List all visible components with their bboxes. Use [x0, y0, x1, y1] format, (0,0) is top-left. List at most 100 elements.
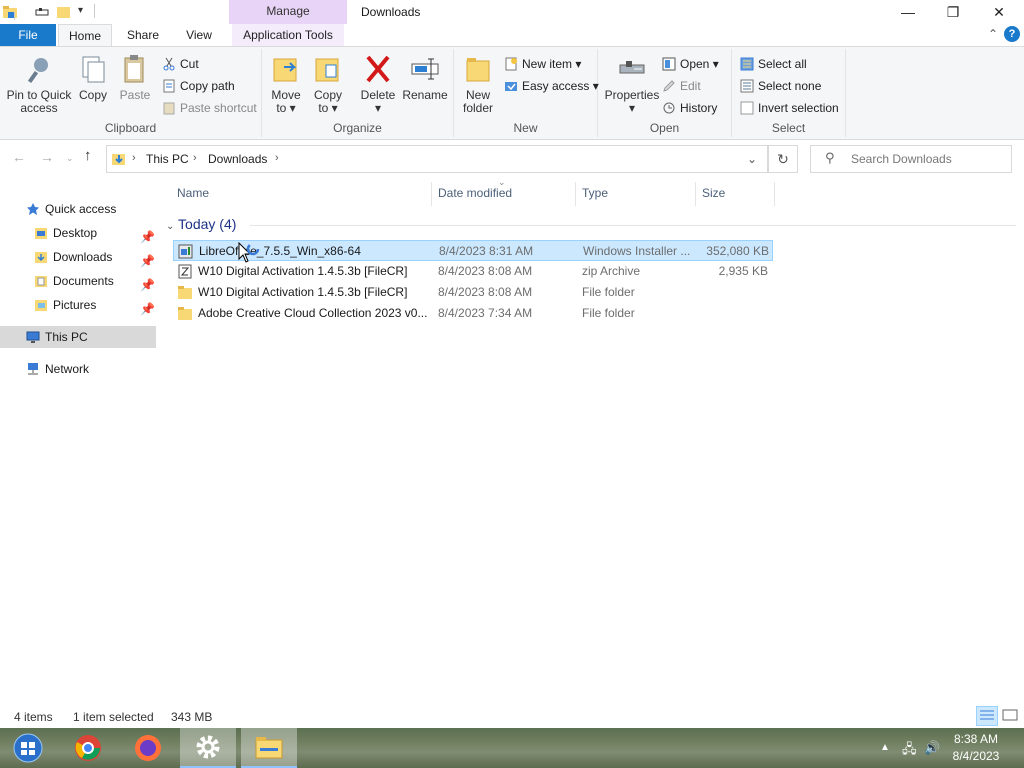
- chrome-taskbar-button[interactable]: [60, 728, 116, 768]
- folder-icon: [178, 307, 192, 320]
- large-icons-view-button[interactable]: [1000, 706, 1022, 726]
- paste-button[interactable]: Paste: [116, 53, 154, 102]
- breadcrumb-chevron-icon[interactable]: ›: [275, 152, 279, 164]
- close-button[interactable]: ✕: [976, 0, 1022, 24]
- tab-file[interactable]: File: [0, 24, 56, 46]
- group-header-today[interactable]: ⌄ Today (4): [166, 216, 236, 232]
- search-input[interactable]: ⚲ Search Downloads: [810, 145, 1012, 173]
- address-bar[interactable]: › This PC › Downloads › ⌄: [106, 145, 768, 173]
- minimize-button[interactable]: —: [885, 0, 931, 24]
- tab-view[interactable]: View: [176, 24, 222, 46]
- details-view-icon: [980, 710, 994, 720]
- settings-taskbar-button[interactable]: [180, 728, 236, 768]
- breadcrumb-chevron-icon[interactable]: ›: [132, 152, 136, 164]
- group-divider: [250, 225, 1016, 226]
- delete-button[interactable]: Delete ▾: [360, 53, 396, 115]
- file-type: zip Archive: [582, 264, 641, 278]
- nav-this-pc[interactable]: This PC: [0, 326, 156, 348]
- new-item-button[interactable]: New item ▾: [504, 55, 581, 73]
- folder-icon: [178, 286, 192, 299]
- rename-button[interactable]: Rename: [402, 53, 448, 102]
- open-button[interactable]: Open ▾: [662, 55, 719, 73]
- nav-desktop-label: Desktop: [53, 226, 98, 240]
- window-title: Downloads: [361, 5, 421, 19]
- folder-icon[interactable]: [2, 4, 18, 20]
- address-dropdown-icon[interactable]: ⌄: [747, 152, 757, 166]
- column-divider[interactable]: [695, 182, 696, 206]
- new-folder-button[interactable]: New folder: [460, 53, 496, 115]
- collapse-chevron-icon[interactable]: ⌄: [166, 221, 174, 232]
- delete-dropdown: ▾: [374, 101, 382, 115]
- column-header-type[interactable]: Type: [582, 186, 608, 200]
- paste-shortcut-button[interactable]: Paste shortcut: [162, 99, 257, 117]
- select-none-button[interactable]: Select none: [740, 77, 821, 95]
- edit-button[interactable]: Edit: [662, 77, 701, 95]
- file-row[interactable]: W10 Digital Activation 1.4.5.3b [FileCR]…: [173, 261, 773, 282]
- nav-network[interactable]: Network: [0, 358, 156, 380]
- clock-time: 8:38 AM: [953, 732, 999, 746]
- breadcrumb-this-pc[interactable]: This PC: [146, 152, 189, 166]
- network-status-icon[interactable]: 🖧: [902, 740, 917, 762]
- copy-button[interactable]: Copy: [74, 53, 112, 102]
- history-button[interactable]: History: [662, 99, 717, 117]
- move-to-button[interactable]: Move to ▾: [268, 53, 304, 115]
- nav-documents[interactable]: Documents 📌: [0, 270, 156, 292]
- refresh-button[interactable]: ↻: [768, 145, 798, 173]
- properties-button[interactable]: Properties ▾: [602, 53, 662, 115]
- nav-quick-access[interactable]: Quick access: [0, 198, 156, 220]
- select-none-label: Select none: [758, 79, 822, 93]
- easy-access-button[interactable]: Easy access ▾: [504, 77, 599, 95]
- nav-downloads[interactable]: Downloads 📌: [0, 246, 156, 268]
- breadcrumb-chevron-icon[interactable]: ›: [193, 152, 197, 164]
- nav-desktop[interactable]: Desktop 📌: [0, 222, 156, 244]
- up-arrow-icon[interactable]: ↑: [84, 147, 92, 164]
- tab-home[interactable]: Home: [58, 24, 112, 47]
- help-icon[interactable]: ?: [1004, 26, 1020, 42]
- file-name: W10 Digital Activation 1.4.5.3b [FileCR]: [198, 264, 408, 278]
- pin-label-line2: access: [20, 101, 58, 115]
- column-divider[interactable]: [575, 182, 576, 206]
- start-button[interactable]: [0, 728, 56, 768]
- column-header-size[interactable]: Size: [702, 186, 725, 200]
- column-header-date-modified[interactable]: Date modified: [438, 186, 512, 200]
- forward-arrow-icon[interactable]: →: [40, 149, 54, 165]
- tab-application-tools[interactable]: Application Tools: [232, 24, 344, 46]
- collapse-ribbon-icon[interactable]: ⌃: [985, 27, 1001, 43]
- column-divider[interactable]: [431, 182, 432, 206]
- file-row[interactable]: W10 Digital Activation 1.4.5.3b [FileCR]…: [173, 282, 773, 303]
- cut-button[interactable]: Cut: [162, 55, 199, 73]
- tab-share[interactable]: Share: [120, 24, 166, 46]
- select-all-button[interactable]: Select all: [740, 55, 807, 73]
- nav-pictures[interactable]: Pictures 📌: [0, 294, 156, 316]
- mouse-cursor-busy-icon: [238, 242, 260, 263]
- show-hidden-icons-icon[interactable]: ▲: [880, 742, 890, 753]
- firefox-taskbar-button[interactable]: [120, 728, 176, 768]
- select-group-label: Select: [771, 121, 806, 135]
- details-view-button[interactable]: [976, 706, 998, 726]
- network-icon: [28, 363, 38, 375]
- file-row[interactable]: Adobe Creative Cloud Collection 2023 v0.…: [173, 303, 773, 324]
- select-all-label: Select all: [758, 57, 807, 71]
- file-row[interactable]: LibreOffice_7.5.5_Win_x86-64 8/4/2023 8:…: [173, 240, 773, 261]
- volume-icon[interactable]: 🔊: [924, 740, 940, 756]
- new-folder-icon[interactable]: [56, 4, 72, 20]
- file-explorer-taskbar-button[interactable]: [241, 728, 297, 768]
- breadcrumb-downloads[interactable]: Downloads: [208, 152, 267, 166]
- back-arrow-icon[interactable]: ←: [12, 149, 26, 165]
- taskbar-clock[interactable]: 8:38 AM 8/4/2023: [944, 731, 1008, 765]
- customize-quick-access-icon[interactable]: ▾: [78, 5, 83, 16]
- column-header-name[interactable]: Name: [177, 186, 209, 200]
- search-icon: ⚲: [825, 150, 835, 165]
- column-divider[interactable]: [774, 182, 775, 206]
- recent-locations-icon[interactable]: ⌄: [66, 153, 74, 164]
- maximize-button[interactable]: ❐: [930, 0, 976, 24]
- copy-path-button[interactable]: Copy path: [162, 77, 235, 95]
- copy-to-button[interactable]: Copy to ▾: [310, 53, 346, 115]
- edit-pencil-icon: [663, 80, 675, 92]
- paste-icon: [124, 55, 144, 83]
- properties-icon[interactable]: [34, 4, 50, 20]
- pin-quick-access-button[interactable]: Pin to Quick access: [6, 53, 72, 115]
- downloads-folder-icon: [35, 252, 47, 263]
- open-group: Properties ▾ Open ▾ Edit History Open: [598, 49, 732, 137]
- invert-selection-button[interactable]: Invert selection: [740, 99, 839, 117]
